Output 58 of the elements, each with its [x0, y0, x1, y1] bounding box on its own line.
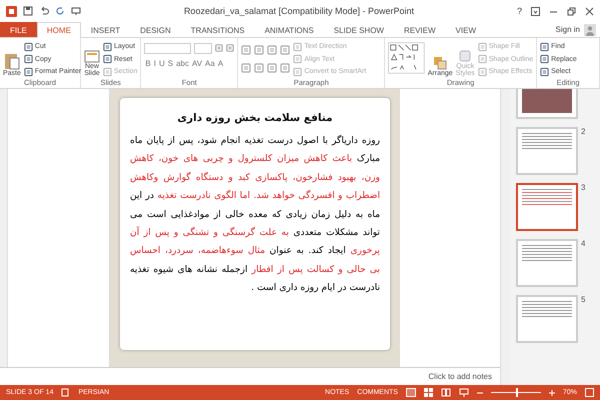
ribbon-tab[interactable]: SLIDE SHOW [324, 22, 394, 37]
ribbon-tab[interactable]: HOME [36, 22, 81, 38]
font-size-field[interactable] [194, 43, 212, 54]
font-format-button[interactable]: B [144, 59, 152, 68]
reading-view-icon[interactable] [440, 388, 451, 397]
photo-placeholder [522, 89, 572, 113]
slide-thumbnail[interactable] [516, 183, 578, 231]
clipboard-icon [4, 52, 20, 70]
zoom-slider-thumb[interactable] [516, 388, 518, 397]
slide-number: 2 [581, 127, 586, 136]
scroll-bar[interactable] [0, 89, 8, 367]
font-format-button[interactable]: I [152, 59, 157, 68]
notes-placeholder[interactable]: Click to add notes [428, 372, 492, 381]
font-format-button[interactable]: AV [190, 59, 204, 68]
fit-slide-icon[interactable] [585, 388, 594, 397]
redo-icon[interactable] [55, 6, 65, 16]
font-format-button[interactable]: U [158, 59, 166, 68]
ribbon-tab[interactable]: ANIMATIONS [254, 22, 324, 37]
sign-in-link[interactable]: Sign in [556, 25, 580, 34]
slide-thumbnail[interactable] [516, 89, 578, 119]
ribbon-tab[interactable]: TRANSITIONS [180, 22, 255, 37]
font-format-button[interactable]: S [166, 59, 174, 68]
slide-thumbnail[interactable] [516, 295, 578, 343]
ribbon-display-icon[interactable] [531, 6, 540, 16]
slide-thumbnail[interactable] [516, 127, 578, 175]
help-button[interactable]: ? [516, 6, 522, 16]
ribbon-tab[interactable]: DESIGN [130, 22, 181, 37]
font-name-field[interactable] [144, 43, 192, 54]
slide-title: منافع سلامت بخش روزه داری [177, 112, 333, 124]
zoom-in-icon[interactable] [548, 390, 555, 396]
arrange-icon [433, 56, 448, 70]
font-format-button[interactable]: Aa [204, 59, 216, 68]
undo-icon[interactable] [39, 6, 49, 16]
slide-number: 4 [581, 239, 586, 248]
font-format-button[interactable]: abc [175, 59, 190, 68]
ribbon-tab[interactable]: VIEW [446, 22, 486, 37]
ribbon-tab[interactable]: REVIEW [394, 22, 446, 37]
font-format-button[interactable]: A [216, 59, 224, 68]
slideshow-icon[interactable] [71, 6, 81, 16]
slideshow-icon[interactable] [458, 388, 469, 397]
normal-view-icon[interactable] [406, 388, 416, 397]
slide-number: 3 [581, 183, 586, 192]
ribbon-tab[interactable]: INSERT [80, 22, 130, 37]
shapes-gallery[interactable] [388, 40, 425, 76]
slide-sorter-icon[interactable] [424, 388, 433, 397]
scroll-bar[interactable] [500, 89, 510, 385]
save-icon[interactable] [23, 6, 33, 16]
zoom-out-icon[interactable] [476, 390, 483, 396]
slide-number: 5 [581, 295, 586, 304]
slide-thumbnail[interactable] [516, 239, 578, 287]
close-icon[interactable] [585, 6, 594, 16]
window-title: Roozedari_va_salamat [Compatibility Mode] - PowerPoint [184, 6, 414, 16]
restore-icon[interactable] [567, 6, 576, 16]
file-tab[interactable]: FILE [0, 22, 37, 37]
quick-styles-icon [458, 48, 472, 63]
user-avatar-icon[interactable] [584, 24, 596, 36]
slide-icon [84, 50, 100, 63]
slide-paragraph: روزه داریاگر با اصول درست تغذیه انجام شود، پس از پایان ماه مبارک باعث کاهش میزان کلسترول و چربی های خون، کاهش وزن، بهبود فشارخون، پاکسازی کبد و دستگاه گوارش وکاهش اضطراب و افسردگی خواهد شد. اما الگوی نادرست تغذیه در این ماه به دلیل زمان زیادی که معده خالی از موادغذایی است می تواند مشکلات متعددی به علت گرسنگی و تشنگی و پس از آن پرخوری ایجاد کند. به عنوان مثال سوءهاضمه، سردرد، احساس بی حالی و کسالت پس از افطار ازجمله نشانه های شیوه تغذیه نادرست در ایام روزه داری است . [130, 134, 380, 296]
